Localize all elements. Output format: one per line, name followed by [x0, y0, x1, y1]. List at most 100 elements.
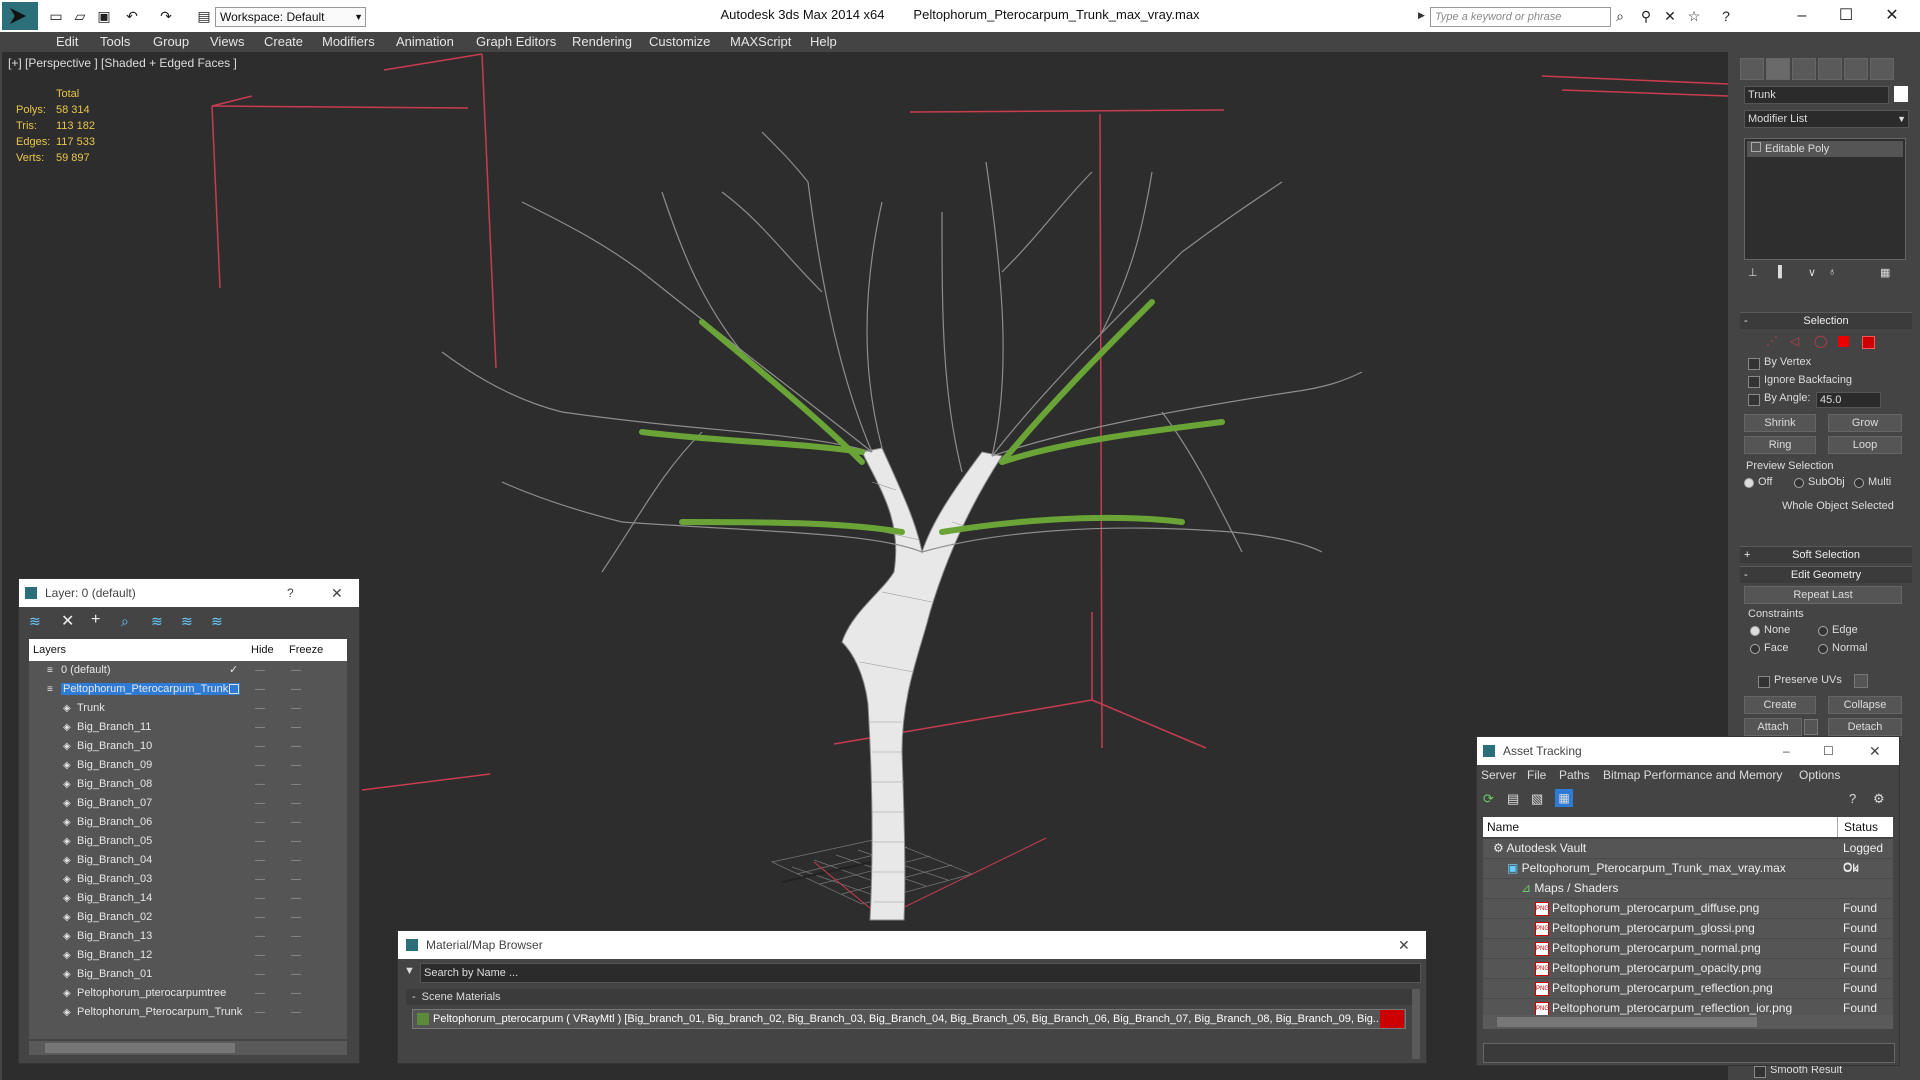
angle-spinner-field[interactable]: 45.0 — [1816, 392, 1881, 408]
layer-row[interactable]: ◈ Big_Branch_11 — — — [29, 718, 347, 737]
object-color-swatch[interactable] — [1894, 86, 1908, 102]
scene-materials-group[interactable]: - Scene Materials — [406, 989, 1412, 1005]
constraint-normal-radio[interactable] — [1818, 644, 1828, 654]
new-file-icon[interactable]: ▭ — [48, 8, 64, 24]
material-browser-titlebar[interactable]: Material/Map Browser ✕ — [398, 931, 1426, 959]
freeze-toggle[interactable]: — — [291, 775, 301, 794]
maximize-icon[interactable]: ☐ — [1823, 737, 1834, 765]
hide-toggle[interactable]: — — [255, 737, 265, 756]
object-name-field[interactable]: Trunk — [1744, 86, 1889, 104]
detach-button[interactable]: Detach — [1828, 718, 1902, 736]
minimize-icon[interactable]: – — [1783, 737, 1790, 765]
layer-horizontal-scrollbar[interactable] — [29, 1041, 347, 1055]
asset-menu-paths[interactable]: Paths — [1559, 768, 1590, 782]
layer-row[interactable]: ◈ Trunk — — — [29, 699, 347, 718]
ignore-backfacing-checkbox[interactable] — [1748, 376, 1760, 388]
refresh-icon[interactable]: ⟳ — [1483, 791, 1494, 807]
freeze-toggle[interactable]: — — [291, 661, 301, 680]
menu-maxscript[interactable]: MAXScript — [730, 34, 791, 49]
stack-item-editable-poly[interactable]: Editable Poly — [1747, 141, 1903, 157]
remove-modifier-icon[interactable]: ♁ — [1828, 266, 1836, 278]
set-current-layer-icon[interactable] — [229, 684, 239, 694]
asset-list[interactable]: ⚙ Autodesk Vault Logged Ou ▣ Peltophorum_P… — [1483, 839, 1893, 1015]
col-layers[interactable]: Layers — [33, 639, 66, 661]
modify-tab-icon[interactable] — [1766, 58, 1790, 80]
freeze-toggle[interactable]: — — [291, 851, 301, 870]
layer-help-icon[interactable]: ? — [287, 579, 294, 607]
ring-button[interactable]: Ring — [1744, 436, 1816, 454]
hide-toggle[interactable]: — — [255, 775, 265, 794]
menu-modifiers[interactable]: Modifiers — [322, 34, 375, 49]
asset-row[interactable]: PNG Peltophorum_pterocarpum_opacity.png Fo… — [1483, 959, 1893, 979]
attach-list-icon[interactable] — [1804, 719, 1818, 735]
asset-row[interactable]: PNG Peltophorum_pterocarpum_normal.png Fou… — [1483, 939, 1893, 959]
attach-button[interactable]: Attach — [1744, 718, 1802, 736]
app-logo-icon[interactable] — [2, 2, 38, 30]
freeze-toggle[interactable]: — — [291, 946, 301, 965]
project-folder-icon[interactable]: ▤ — [196, 8, 212, 24]
layer-row[interactable]: ≡ 0 (default) ✓ — — — [29, 661, 347, 680]
menu-help[interactable]: Help — [810, 34, 837, 49]
freeze-toggle[interactable]: — — [291, 984, 301, 1003]
hide-toggle[interactable]: — — [255, 851, 265, 870]
border-mode-icon[interactable]: ◯ — [1814, 334, 1827, 348]
polygon-mode-icon[interactable] — [1838, 336, 1849, 347]
soft-selection-rollout-header[interactable]: + Soft Selection — [1740, 546, 1912, 563]
smooth-result-checkbox[interactable] — [1754, 1066, 1766, 1078]
layer-row[interactable]: ◈ Big_Branch_06 — — — [29, 813, 347, 832]
hide-toggle[interactable]: — — [255, 870, 265, 889]
col-freeze[interactable]: Freeze — [289, 639, 323, 661]
repeat-last-button[interactable]: Repeat Last — [1744, 586, 1902, 604]
freeze-toggle[interactable]: — — [291, 965, 301, 984]
menu-graph-editors[interactable]: Graph Editors — [476, 34, 556, 49]
freeze-toggle[interactable]: — — [291, 813, 301, 832]
hide-toggle[interactable]: — — [255, 699, 265, 718]
edit-geometry-rollout-header[interactable]: - Edit Geometry — [1740, 566, 1912, 583]
asset-horizontal-scrollbar[interactable] — [1483, 1015, 1893, 1029]
layer-row[interactable]: ◈ Big_Branch_02 — — — [29, 908, 347, 927]
preview-off-radio[interactable] — [1744, 478, 1754, 488]
menu-create[interactable]: Create — [264, 34, 303, 49]
asset-tracking-titlebar[interactable]: Asset Tracking – ☐ ✕ — [1477, 737, 1899, 765]
layer-row[interactable]: ≡ Peltophorum_Pterocarpum_Trunk — — — [29, 680, 347, 699]
hide-toggle[interactable]: — — [255, 984, 265, 1003]
subscription-icon[interactable]: ⚲ — [1638, 8, 1654, 24]
element-mode-icon[interactable] — [1862, 336, 1875, 349]
undo-icon[interactable]: ↶ — [124, 8, 140, 24]
open-file-icon[interactable]: ▱ — [72, 8, 88, 24]
col-status[interactable]: Status — [1837, 817, 1878, 837]
freeze-toggle[interactable]: — — [291, 794, 301, 813]
asset-row[interactable]: PNG Peltophorum_pterocarpum_reflection.pn… — [1483, 979, 1893, 999]
asset-help-icon[interactable]: ? — [1849, 791, 1856, 806]
scroll-thumb[interactable] — [1497, 1017, 1757, 1027]
communication-icon[interactable]: ✕ — [1662, 8, 1678, 24]
preserve-uvs-settings-icon[interactable] — [1854, 674, 1868, 688]
favorites-star-icon[interactable]: ☆ — [1686, 8, 1702, 24]
display-tab-icon[interactable] — [1844, 58, 1868, 80]
hide-toggle[interactable]: — — [255, 832, 265, 851]
freeze-toggle[interactable]: — — [291, 1003, 301, 1022]
col-hide[interactable]: Hide — [251, 639, 274, 661]
asset-menu-bitmap[interactable]: Bitmap Performance and Memory — [1603, 768, 1782, 782]
pin-stack-icon[interactable]: ⊥ — [1748, 266, 1758, 279]
preview-subobj-radio[interactable] — [1794, 478, 1804, 488]
by-vertex-checkbox[interactable] — [1748, 358, 1760, 370]
asset-row[interactable]: PNG Peltophorum_pterocarpum_reflection_io… — [1483, 999, 1893, 1015]
constraint-edge-radio[interactable] — [1818, 626, 1828, 636]
make-unique-icon[interactable]: ∨ — [1808, 266, 1816, 279]
hide-toggle[interactable]: — — [255, 813, 265, 832]
menu-animation[interactable]: Animation — [396, 34, 454, 49]
tree-view-icon[interactable]: ▧ — [1531, 791, 1543, 807]
expand-icon[interactable] — [1751, 142, 1761, 152]
layer-window-titlebar[interactable]: Layer: 0 (default) ? ✕ — [19, 579, 359, 607]
freeze-toggle[interactable]: — — [291, 870, 301, 889]
freeze-toggle[interactable]: — — [291, 718, 301, 737]
layer-row[interactable]: ◈ Big_Branch_07 — — — [29, 794, 347, 813]
options-arrow-icon[interactable]: ▼ — [404, 965, 415, 977]
configure-sets-icon[interactable]: ▦ — [1880, 266, 1890, 279]
table-view-icon[interactable]: ▦ — [1555, 789, 1573, 807]
layer-row[interactable]: ◈ Big_Branch_13 — — — [29, 927, 347, 946]
layer-row[interactable]: ◈ Big_Branch_10 — — — [29, 737, 347, 756]
menu-edit[interactable]: Edit — [56, 34, 78, 49]
asset-menu-server[interactable]: Server — [1481, 768, 1516, 782]
